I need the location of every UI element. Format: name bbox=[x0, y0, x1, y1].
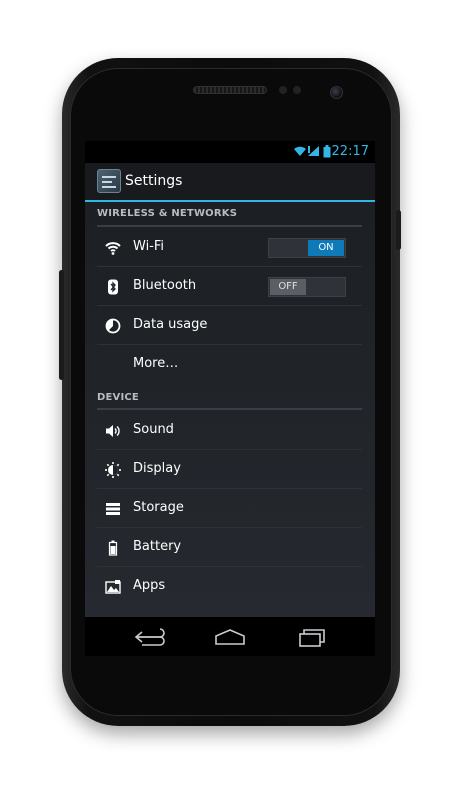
nav-bar bbox=[85, 617, 375, 656]
settings-item-label: Bluetooth bbox=[133, 278, 197, 293]
settings-item-data-usage[interactable]: Data usage bbox=[97, 306, 362, 345]
status-bar: 22:17 bbox=[85, 141, 375, 163]
back-icon[interactable] bbox=[130, 626, 170, 648]
bluetooth-toggle[interactable]: OFF bbox=[268, 277, 346, 297]
settings-item-apps[interactable]: Apps bbox=[97, 567, 362, 606]
wifi-icon bbox=[105, 242, 121, 255]
settings-item-label: Storage bbox=[133, 500, 184, 515]
settings-item-display[interactable]: Display bbox=[97, 450, 362, 489]
settings-item-storage[interactable]: Storage bbox=[97, 489, 362, 528]
battery-icon bbox=[323, 145, 331, 158]
data-usage-icon bbox=[105, 318, 121, 334]
recent-apps-icon[interactable] bbox=[290, 626, 330, 648]
wifi-toggle[interactable]: ON bbox=[268, 238, 346, 258]
status-time: 22:17 bbox=[331, 144, 369, 159]
settings-item-label: Wi-Fi bbox=[133, 239, 165, 254]
screen: 22:17 Settings WIRELESS & NETWORKS Wi-Fi… bbox=[85, 141, 375, 656]
settings-item-label: More… bbox=[133, 356, 179, 371]
settings-item-more[interactable]: More… bbox=[97, 345, 362, 384]
settings-item-label: Battery bbox=[133, 539, 182, 554]
proximity-sensor bbox=[279, 86, 287, 94]
apps-icon bbox=[105, 580, 121, 594]
signal-icon bbox=[308, 146, 319, 156]
settings-item-bluetooth[interactable]: Bluetooth OFF bbox=[97, 267, 362, 306]
light-sensor bbox=[293, 86, 301, 94]
settings-item-label: Apps bbox=[133, 578, 166, 593]
toggle-state: OFF bbox=[270, 279, 306, 295]
page-title: Settings bbox=[125, 173, 183, 189]
home-icon[interactable] bbox=[210, 626, 250, 648]
toggle-state: ON bbox=[308, 240, 344, 256]
wifi-icon bbox=[294, 146, 306, 156]
section-header-device: DEVICE bbox=[97, 392, 139, 403]
settings-app-icon[interactable] bbox=[97, 169, 121, 193]
volume-rocker bbox=[59, 270, 64, 380]
section-header-wireless: WIRELESS & NETWORKS bbox=[97, 208, 238, 219]
section-divider bbox=[97, 225, 362, 227]
display-icon bbox=[105, 462, 121, 478]
settings-item-label: Sound bbox=[133, 422, 174, 437]
settings-item-wifi[interactable]: Wi-Fi ON bbox=[97, 228, 362, 267]
settings-list: WIRELESS & NETWORKS Wi-Fi ON Bluetooth O bbox=[85, 202, 375, 617]
front-camera bbox=[330, 86, 343, 99]
bluetooth-icon bbox=[108, 279, 118, 295]
storage-icon bbox=[106, 503, 120, 515]
earpiece-speaker bbox=[193, 86, 267, 94]
settings-item-label: Display bbox=[133, 461, 181, 476]
settings-item-sound[interactable]: Sound bbox=[97, 411, 362, 450]
settings-item-battery[interactable]: Battery bbox=[97, 528, 362, 567]
sound-icon bbox=[106, 425, 120, 437]
battery-icon bbox=[108, 540, 118, 556]
power-button bbox=[396, 210, 401, 250]
section-divider bbox=[97, 408, 362, 410]
settings-item-label: Data usage bbox=[133, 317, 208, 332]
action-bar: Settings bbox=[85, 163, 375, 202]
